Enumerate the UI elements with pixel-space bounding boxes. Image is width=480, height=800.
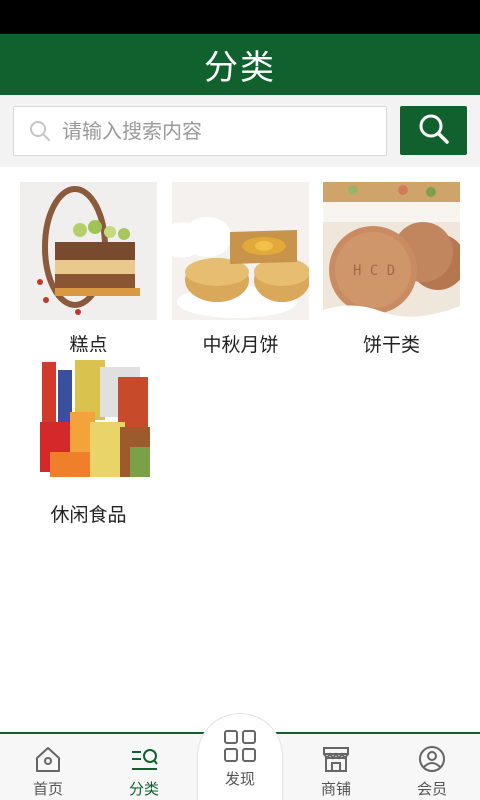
tab-shops-label: 商铺: [320, 780, 351, 798]
svg-text:H C D: H C D: [353, 263, 395, 279]
category-label: 休闲食品: [50, 504, 127, 526]
search-area: [0, 95, 480, 167]
biscuits-image: H C D: [323, 182, 460, 320]
category-item-snacks[interactable]: 休闲食品: [20, 352, 157, 527]
category-label: 中秋月饼: [202, 334, 279, 356]
mooncake-image: [172, 182, 309, 320]
app-header: 分类: [0, 34, 480, 95]
tab-member-label: 会员: [416, 780, 447, 798]
shop-icon: [323, 747, 349, 772]
home-icon: [36, 747, 60, 772]
page-title: 分类: [204, 48, 276, 88]
tab-discover-label: 发现: [224, 770, 255, 788]
search-icon: [20, 106, 60, 156]
category-item-biscuits[interactable]: H C D 饼干类: [323, 182, 460, 357]
discover-icon: [224, 730, 256, 762]
tab-category[interactable]: 分类: [96, 734, 192, 800]
pastry-image: [20, 182, 157, 320]
search-input[interactable]: [60, 111, 360, 151]
status-bar: [0, 0, 480, 34]
tab-home-label: 首页: [32, 780, 63, 798]
tab-member[interactable]: 会员: [384, 734, 480, 800]
search-button[interactable]: [400, 106, 467, 155]
member-icon: [419, 746, 445, 772]
category-label: 饼干类: [362, 334, 420, 356]
category-icon: [132, 749, 158, 770]
category-item-mooncake[interactable]: 中秋月饼: [172, 182, 309, 357]
tab-category-label: 分类: [128, 780, 159, 798]
search-icon: [417, 112, 451, 150]
search-box[interactable]: [13, 106, 387, 156]
tab-home[interactable]: 首页: [0, 734, 96, 800]
tab-discover[interactable]: 发现: [197, 713, 283, 800]
tab-shops[interactable]: 商铺: [288, 734, 384, 800]
category-item-pastry[interactable]: 糕点: [20, 182, 157, 357]
snacks-image: [20, 352, 157, 490]
